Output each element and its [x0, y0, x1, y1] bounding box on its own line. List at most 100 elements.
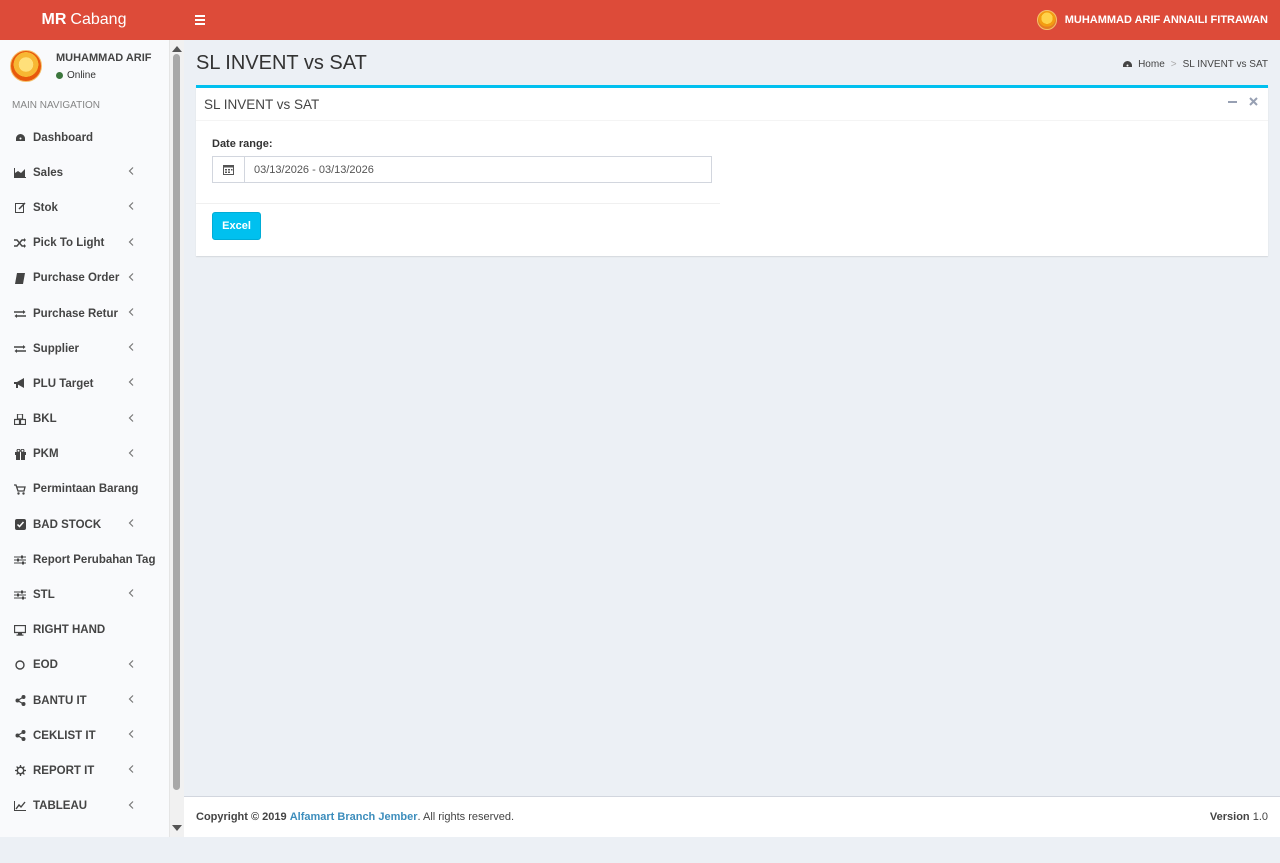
- scroll-thumb[interactable]: [173, 54, 180, 790]
- chevron-left-icon: [128, 237, 136, 248]
- remove-button[interactable]: [1249, 97, 1258, 109]
- user-menu-name: MUHAMMAD ARIF ANNAILI FITRAWAN: [1064, 14, 1268, 26]
- date-range-label: Date range:: [212, 138, 273, 150]
- sidebar-item-label: Purchase Order: [33, 272, 120, 285]
- brand-link[interactable]: Alfamart Branch Jember: [290, 811, 418, 823]
- sidebar-item-supplier[interactable]: Supplier: [0, 331, 169, 366]
- sidebar-item-purchase-retur[interactable]: Purchase Retur: [0, 296, 169, 331]
- sidebar: MUHAMMAD ARIF Online MAIN NAVIGATION Das…: [0, 40, 170, 837]
- sidebar-item-stl[interactable]: STL: [0, 577, 169, 612]
- sidebar-item-sales[interactable]: Sales: [0, 155, 169, 190]
- desktop-icon: [14, 624, 26, 636]
- sliders-icon: [14, 554, 26, 566]
- version-value: 1.0: [1252, 811, 1268, 823]
- sidebar-item-label: PLU Target: [33, 377, 94, 390]
- avatar: [10, 50, 42, 82]
- sidebar-item-dashboard[interactable]: Dashboard: [0, 120, 169, 155]
- sidebar-item-label: PKM: [33, 448, 59, 461]
- sidebar-item-label: TABLEAU: [33, 800, 88, 813]
- user-status: Online: [56, 70, 96, 81]
- line-chart-icon: [14, 800, 26, 812]
- breadcrumb-separator: >: [1170, 59, 1177, 70]
- excel-button[interactable]: Excel: [212, 212, 261, 240]
- sidebar-item-ceklist-it[interactable]: CEKLIST IT: [0, 718, 169, 753]
- exchange-icon: [14, 343, 26, 355]
- sidebar-item-bkl[interactable]: BKL: [0, 402, 169, 437]
- sidebar-item-report-perubahan-tag[interactable]: Report Perubahan Tag: [0, 542, 169, 577]
- sidebar-item-pick-to-light[interactable]: Pick To Light: [0, 226, 169, 261]
- report-box: SL INVENT vs SAT Date range: 03/13/2026 …: [196, 85, 1268, 256]
- random-icon: [14, 237, 26, 249]
- sidebar-item-permintaan-barang[interactable]: Permintaan Barang: [0, 472, 169, 507]
- box-tools: [1228, 97, 1258, 109]
- sidebar-item-label: Purchase Retur: [33, 307, 119, 320]
- sidebar-item-bad-stock[interactable]: BAD STOCK: [0, 507, 169, 542]
- sliders-icon: [14, 589, 26, 601]
- chevron-left-icon: [128, 308, 136, 318]
- calendar-icon: [223, 165, 234, 175]
- sidebar-item-tableau[interactable]: TABLEAU: [0, 789, 169, 824]
- footer-copyright: Copyright © 2019 Alfamart Branch Jember.…: [196, 811, 514, 823]
- chevron-left-icon: [128, 202, 136, 212]
- sidebar-item-right-hand[interactable]: RIGHT HAND: [0, 613, 169, 648]
- sidebar-user-name: MUHAMMAD ARIF: [56, 52, 152, 64]
- close-icon: [1249, 97, 1258, 106]
- chevron-left-icon: [128, 272, 136, 283]
- sidebar-item-stok[interactable]: Stok: [0, 190, 169, 225]
- collapse-button[interactable]: [1228, 97, 1237, 109]
- divider: [196, 203, 720, 204]
- chevron-left-icon: [128, 448, 136, 459]
- share-icon: [14, 695, 26, 707]
- breadcrumb: Home > SL INVENT vs SAT: [1122, 59, 1268, 70]
- gift-icon: [14, 448, 26, 460]
- copyright-text: Copyright © 2019: [196, 811, 287, 823]
- chevron-left-icon: [128, 800, 136, 811]
- sidebar-toggle-button[interactable]: [192, 11, 210, 29]
- chevron-left-icon: [128, 695, 136, 705]
- sidebar-item-report-it[interactable]: REPORT IT: [0, 753, 169, 788]
- user-menu[interactable]: MUHAMMAD ARIF ANNAILI FITRAWAN: [1036, 10, 1268, 30]
- sidebar-item-label: STL: [33, 589, 55, 602]
- online-dot-icon: [56, 72, 63, 79]
- breadcrumb-home[interactable]: Home: [1122, 59, 1165, 70]
- rights-text: . All rights reserved.: [417, 811, 515, 823]
- hamburger-icon: [195, 15, 205, 25]
- sidebar-item-purchase-order[interactable]: Purchase Order: [0, 261, 169, 296]
- gear-icon: [14, 765, 26, 777]
- chevron-left-icon: [128, 378, 136, 388]
- edit-icon: [14, 202, 26, 214]
- avatar: [1036, 10, 1057, 30]
- sidebar-scrollbar[interactable]: [170, 40, 184, 837]
- date-range-value: 03/13/2026 - 03/13/2026: [254, 163, 374, 176]
- date-addon: [213, 157, 245, 182]
- sidebar-item-pkm[interactable]: PKM: [0, 437, 169, 472]
- sidebar-item-plu-target[interactable]: PLU Target: [0, 366, 169, 401]
- scroll-up-arrow-icon[interactable]: [172, 46, 182, 52]
- chevron-left-icon: [128, 413, 136, 424]
- version-label: Version: [1209, 811, 1250, 823]
- chevron-left-icon: [128, 343, 136, 353]
- sidebar-item-label: Permintaan Barang: [33, 483, 139, 496]
- sidebar-item-eod[interactable]: EOD: [0, 648, 169, 683]
- sidebar-item-label: EOD: [33, 659, 58, 672]
- scroll-down-arrow-icon[interactable]: [172, 825, 182, 831]
- date-range-input[interactable]: 03/13/2026 - 03/13/2026: [212, 156, 712, 183]
- bullhorn-icon: [14, 378, 26, 390]
- chevron-left-icon: [128, 659, 136, 670]
- breadcrumb-home-label: Home: [1138, 59, 1165, 70]
- check-square-icon: [14, 519, 26, 531]
- chevron-left-icon: [128, 765, 136, 775]
- sidebar-item-bantu-it[interactable]: BANTU IT: [0, 683, 169, 718]
- sidebar-item-label: BANTU IT: [33, 694, 87, 707]
- sidebar-item-label: RIGHT HAND: [33, 624, 106, 637]
- user-panel: MUHAMMAD ARIF Online: [10, 50, 165, 95]
- logo-text: Cabang: [70, 11, 127, 28]
- user-status-text: Online: [67, 70, 96, 81]
- app-logo[interactable]: MR Cabang: [0, 0, 184, 40]
- exchange-icon: [14, 308, 26, 320]
- box-title: SL INVENT vs SAT: [204, 96, 320, 112]
- sidebar-item-label: Dashboard: [33, 131, 94, 144]
- footer-version: Version 1.0: [1210, 811, 1268, 823]
- circle-icon: [14, 659, 26, 671]
- minus-icon: [1228, 101, 1237, 103]
